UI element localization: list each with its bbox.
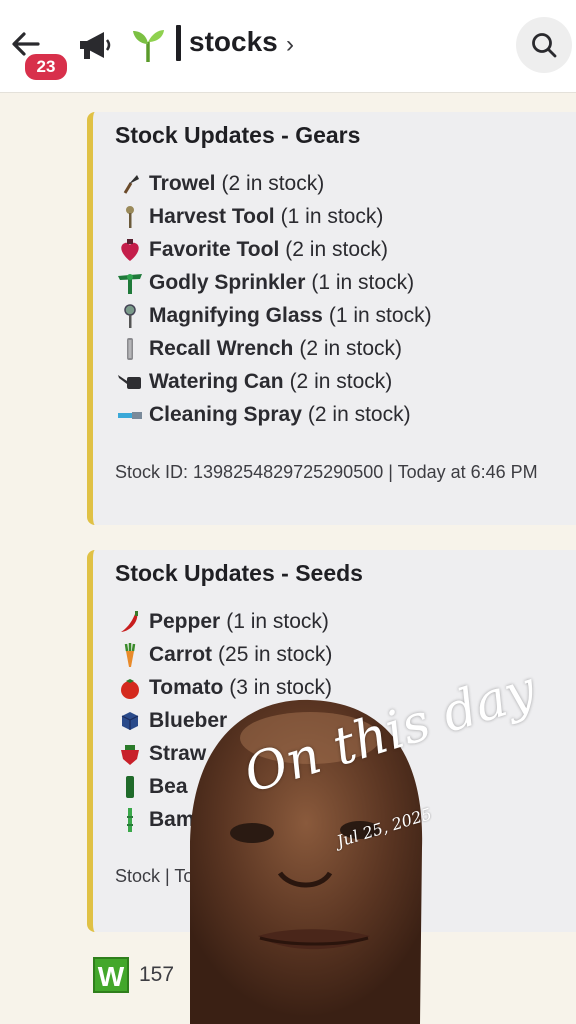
pepper-icon: [115, 608, 145, 636]
cleaning-spray-icon: [115, 401, 145, 429]
stock-embed-gears: Stock Updates - Gears Trowel (2 in stock)…: [87, 112, 576, 525]
magnifying-glass-icon: [115, 302, 145, 330]
channel-separator: [176, 25, 181, 61]
watering-can-icon: [115, 368, 145, 396]
list-item: Cleaning Spray (2 in stock): [115, 398, 576, 431]
list-item: Godly Sprinkler (1 in stock): [115, 266, 576, 299]
list-item: Favorite Tool (2 in stock): [115, 233, 576, 266]
announcement-channel-icon: [80, 32, 111, 59]
embed-footer: Stock ID: 1398254829725290500 | Today at…: [115, 462, 538, 482]
reaction-count: 157: [139, 963, 175, 986]
godly-sprinkler-icon: [115, 269, 145, 297]
list-item: Watering Can (2 in stock): [115, 365, 576, 398]
favorite-tool-icon: [115, 236, 145, 264]
w-emoji-icon: W: [93, 957, 129, 993]
embed-title: Stock Updates - Seeds: [115, 560, 363, 586]
bean-icon: [115, 773, 145, 801]
harvest-tool-icon: [115, 203, 145, 231]
channel-name[interactable]: stocks: [189, 26, 278, 58]
trowel-icon: [115, 170, 145, 198]
search-icon: [532, 33, 557, 58]
bamboo-icon: [115, 806, 145, 834]
blueberry-icon: [115, 707, 145, 735]
recall-wrench-icon: [115, 335, 145, 363]
gear-list: Trowel (2 in stock) Harvest Tool (1 in sto…: [115, 167, 576, 431]
list-item: Magnifying Glass (1 in stock): [115, 299, 576, 332]
reaction-w[interactable]: W 157: [93, 954, 174, 996]
list-item: Recall Wrench (2 in stock): [115, 332, 576, 365]
list-item: Harvest Tool (1 in stock): [115, 200, 576, 233]
list-item: Trowel (2 in stock): [115, 167, 576, 200]
search-button[interactable]: [516, 17, 572, 73]
embed-title: Stock Updates - Gears: [115, 122, 361, 148]
seedling-icon: [133, 30, 164, 62]
unread-badge: 23: [23, 52, 69, 82]
channel-header: 23 stocks ›: [0, 0, 576, 93]
tomato-icon: [115, 674, 145, 702]
list-item: Pepper (1 in stock): [115, 605, 576, 638]
carrot-icon: [115, 641, 145, 669]
strawberry-icon: [115, 740, 145, 768]
chevron-right-icon[interactable]: ›: [286, 31, 294, 59]
